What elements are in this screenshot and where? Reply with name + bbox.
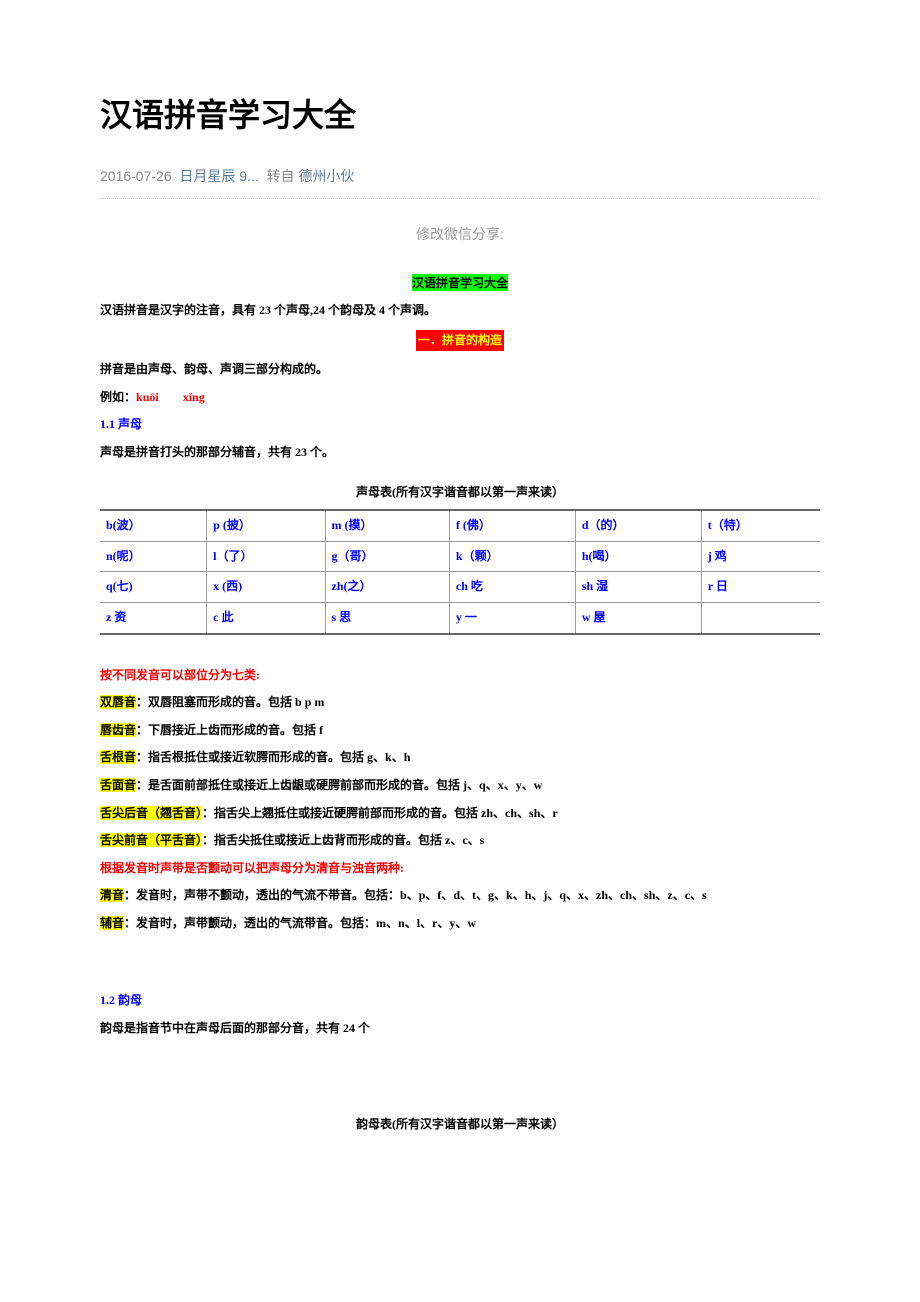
voice-text: ：发音时，声带不颤动，透出的气流不带音。包括：b、p、f、d、t、g、k、h、j… (124, 888, 707, 902)
table-cell: t（特） (701, 510, 820, 541)
table-cell: w 屋 (575, 602, 701, 633)
share-label: 修改微信分享: (100, 224, 820, 244)
category-text: ：下唇接近上齿而形成的音。包括 f (136, 723, 323, 737)
category-text: ：指舌尖抵住或接近上齿背而形成的音。包括 z、c、s (202, 833, 484, 847)
category-item: 双唇音：双唇阻塞而形成的音。包括 b p m (100, 692, 820, 714)
post-date: 2016-07-26 (100, 168, 172, 184)
table-cell: r 日 (701, 572, 820, 603)
table-row: b(波） p (披） m (摸） f (佛） d（的） t（特） (100, 510, 820, 541)
table-cell: q(七) (100, 572, 207, 603)
table-cell: y 一 (449, 602, 575, 633)
category-text: ：指舌尖上翘抵住或接近硬腭前部而形成的音。包括 zh、ch、sh、r (202, 806, 558, 820)
table-cell: l（了） (207, 541, 325, 572)
shengmu-table-caption: 声母表(所有汉字谐音都以第一声来读） (100, 482, 820, 504)
shengmu-table: b(波） p (披） m (摸） f (佛） d（的） t（特） n(呢） l（… (100, 509, 820, 634)
section-1-1-body: 声母是拼音打头的那部分辅音，共有 23 个。 (100, 442, 820, 464)
example-prefix: 例如： (100, 390, 136, 404)
table-cell: j 鸡 (701, 541, 820, 572)
table-row: q(七) x (西) zh(之） ch 吃 sh 湿 r 日 (100, 572, 820, 603)
table-row: z 资 c 此 s 思 y 一 w 屋 (100, 602, 820, 633)
voice-item: 辅音：发音时，声带颤动，透出的气流带音。包括：m、n、l、r、y、w (100, 913, 820, 935)
category-label: 双唇音 (100, 695, 136, 709)
section-1-1-header: 1.1 声母 (100, 414, 820, 436)
table-cell: sh 湿 (575, 572, 701, 603)
section-1-2-header: 1.2 韵母 (100, 990, 820, 1012)
section-1-banner: 一．拼音的构造 (416, 330, 504, 352)
category-item: 舌尖前音（平舌音）：指舌尖抵住或接近上齿背而形成的音。包括 z、c、s (100, 830, 820, 852)
table-cell: f (佛） (449, 510, 575, 541)
table-cell: zh(之） (325, 572, 449, 603)
category-item: 舌尖后音（翘舌音）：指舌尖上翘抵住或接近硬腭前部而形成的音。包括 zh、ch、s… (100, 803, 820, 825)
divider (100, 198, 820, 199)
table-cell: z 资 (100, 602, 207, 633)
meta-row: 2016-07-26 日月星辰 9... 转自 德州小伙 (100, 166, 820, 186)
category-item: 唇齿音：下唇接近上齿而形成的音。包括 f (100, 720, 820, 742)
table-cell: c 此 (207, 602, 325, 633)
example-pinyin: kuōi xǐng (136, 390, 205, 404)
table-cell: s 思 (325, 602, 449, 633)
category-label: 舌面音 (100, 778, 136, 792)
voice-label: 辅音 (100, 916, 124, 930)
table-cell: g（哥） (325, 541, 449, 572)
repost-source[interactable]: 德州小伙 (298, 168, 354, 184)
repost-label: 转自 (267, 168, 295, 184)
category-text: ：双唇阻塞而形成的音。包括 b p m (136, 695, 324, 709)
table-cell: m (摸） (325, 510, 449, 541)
example-row: 例如：kuōi xǐng (100, 387, 820, 409)
category-label: 舌根音 (100, 750, 136, 764)
table-cell: p (披） (207, 510, 325, 541)
section-1-intro: 拼音是由声母、韵母、声调三部分构成的。 (100, 359, 820, 381)
voice-item: 清音：发音时，声带不颤动，透出的气流不带音。包括：b、p、f、d、t、g、k、h… (100, 885, 820, 907)
table-cell: ch 吃 (449, 572, 575, 603)
yunmu-table-caption: 韵母表(所有汉字谐音都以第一声来读） (100, 1114, 820, 1136)
page-title: 汉语拼音学习大全 (100, 90, 820, 136)
table-cell: b(波） (100, 510, 207, 541)
category-label: 舌尖前音（平舌音） (100, 833, 202, 847)
category-item: 舌面音：是舌面前部抵住或接近上齿龈或硬腭前部而形成的音。包括 j、q、x、y、w (100, 775, 820, 797)
document-title: 汉语拼音学习大全 (412, 274, 508, 291)
voice-text: ：发音时，声带颤动，透出的气流带音。包括：m、n、l、r、y、w (124, 916, 476, 930)
table-cell: h(喝） (575, 541, 701, 572)
category-label: 舌尖后音（翘舌音） (100, 806, 202, 820)
intro-text: 汉语拼音是汉字的注音，具有 23 个声母,24 个韵母及 4 个声调。 (100, 300, 820, 322)
voice-label: 清音 (100, 888, 124, 902)
table-cell: d（的） (575, 510, 701, 541)
category-item: 舌根音：指舌根抵住或接近软腭而形成的音。包括 g、k、h (100, 747, 820, 769)
table-cell: n(呢） (100, 541, 207, 572)
post-author[interactable]: 日月星辰 9... (179, 168, 258, 184)
voice-header: 根据发音时声带是否颤动可以把声母分为清音与浊音两种: (100, 858, 820, 880)
table-row: n(呢） l（了） g（哥） k（颗） h(喝） j 鸡 (100, 541, 820, 572)
category-header: 按不同发音可以部位分为七类: (100, 665, 820, 687)
table-cell: k（颗） (449, 541, 575, 572)
category-label: 唇齿音 (100, 723, 136, 737)
table-cell: x (西) (207, 572, 325, 603)
category-text: ：是舌面前部抵住或接近上齿龈或硬腭前部而形成的音。包括 j、q、x、y、w (136, 778, 542, 792)
category-text: ：指舌根抵住或接近软腭而形成的音。包括 g、k、h (136, 750, 410, 764)
table-cell (701, 602, 820, 633)
section-1-2-body: 韵母是指音节中在声母后面的那部分音，共有 24 个 (100, 1018, 820, 1040)
